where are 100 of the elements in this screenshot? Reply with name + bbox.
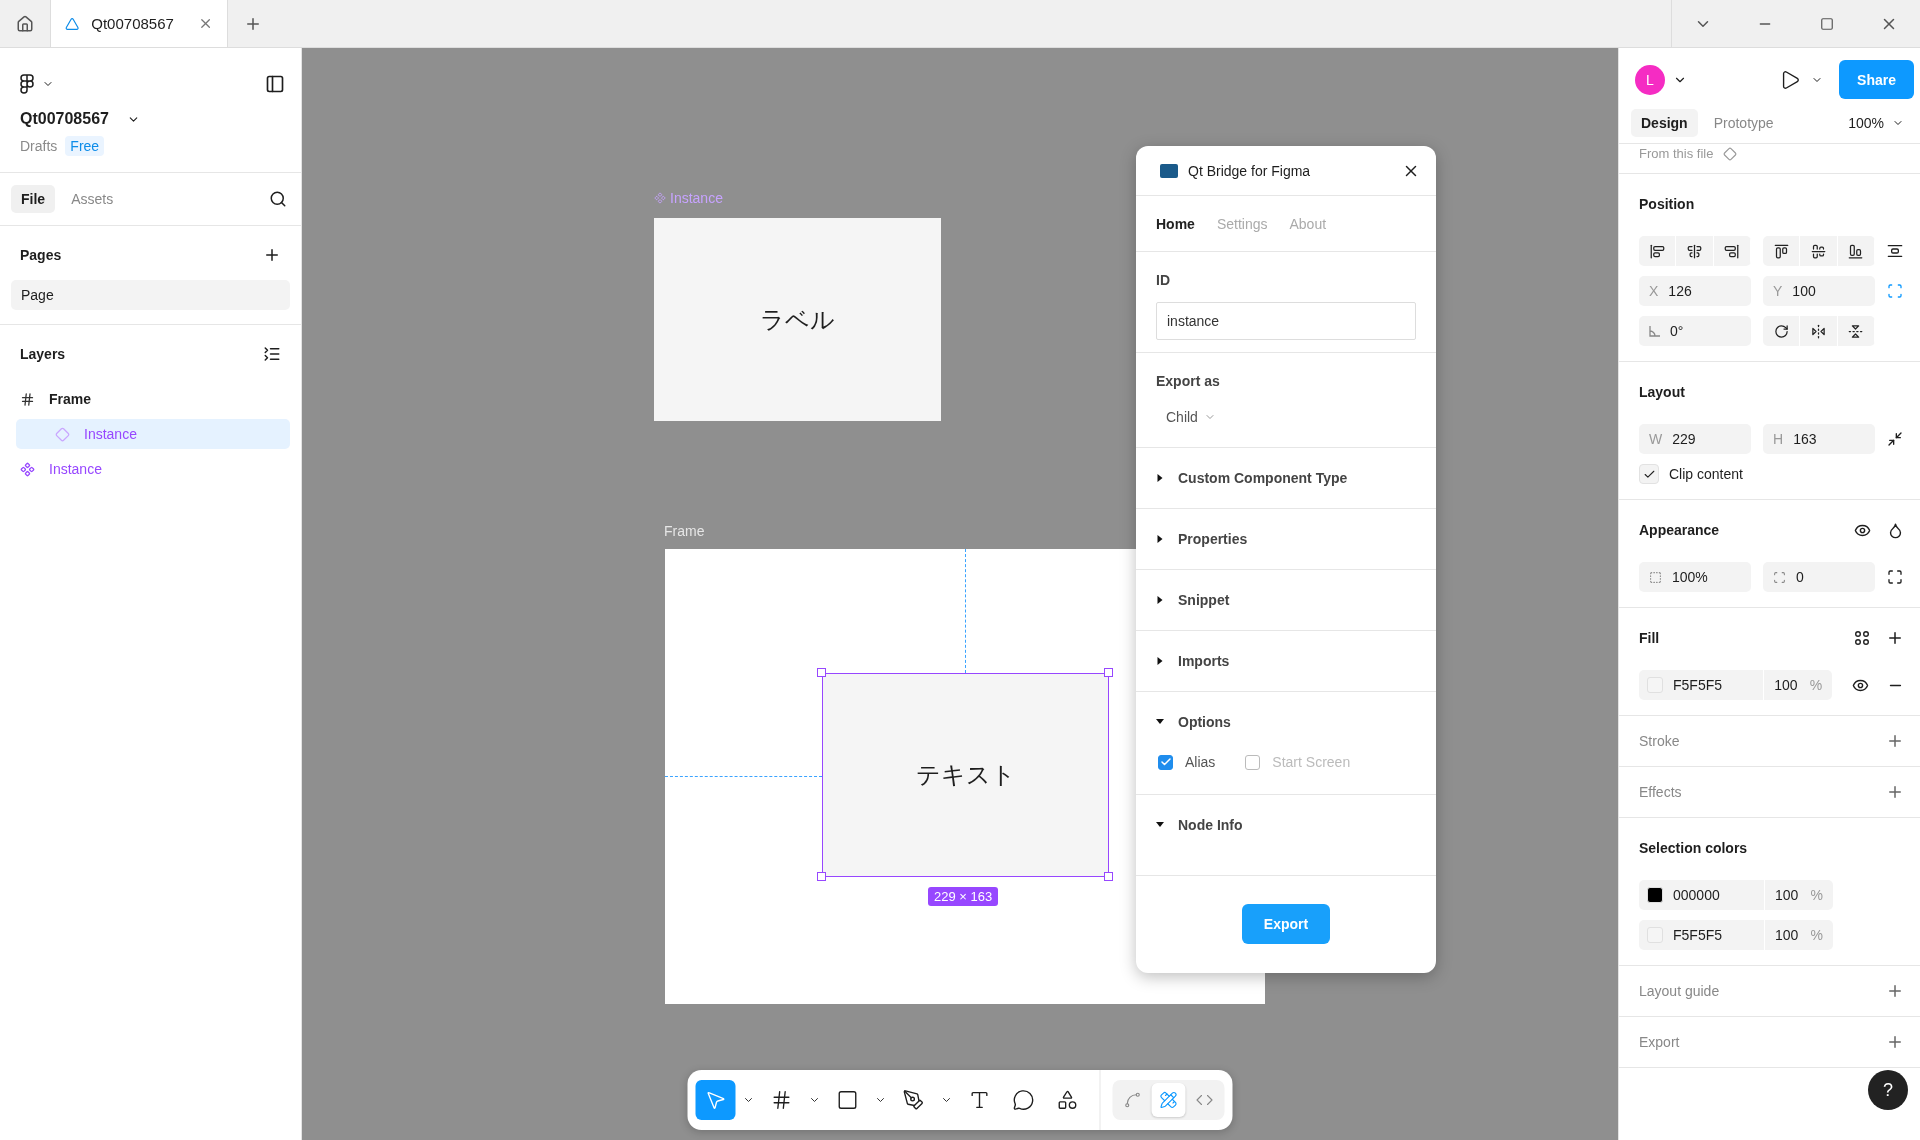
corners-icon[interactable] [1887, 569, 1903, 585]
checkbox-label[interactable]: Clip content [1669, 466, 1743, 482]
add-icon[interactable] [1886, 629, 1904, 647]
width-field[interactable]: W 229 [1639, 424, 1751, 454]
align-top-icon[interactable] [1773, 243, 1789, 259]
add-icon[interactable] [1886, 732, 1904, 750]
align-bottom-icon[interactable] [1848, 243, 1864, 259]
speech-bubble-icon[interactable] [1012, 1089, 1035, 1111]
id-field[interactable]: instance [1156, 302, 1416, 340]
resize-icon[interactable] [1887, 431, 1903, 447]
x-field[interactable]: X 126 [1639, 276, 1751, 306]
color-field[interactable]: 000000 100 % [1639, 880, 1833, 910]
document-tab[interactable]: Qt00708567 [50, 0, 228, 47]
accordion-header[interactable]: Options [1156, 692, 1416, 752]
triangle-down-icon [1156, 718, 1164, 726]
panel-tab[interactable]: Design [1631, 109, 1698, 137]
align-center-icon[interactable] [1687, 243, 1702, 259]
accordion-header[interactable]: Snippet [1156, 570, 1416, 630]
layer-item[interactable]: Frame [11, 384, 290, 414]
align-right-icon[interactable] [1724, 243, 1740, 259]
section-title: Effects [1639, 784, 1682, 800]
checkbox[interactable] [1245, 754, 1261, 770]
help-button[interactable]: ? [1868, 1070, 1908, 1110]
option-label[interactable]: Alias [1185, 754, 1216, 770]
triangle-right-icon [1156, 596, 1164, 604]
plugin-tab[interactable]: Home [1156, 215, 1195, 232]
location-label: Drafts [20, 138, 58, 154]
diamond-icon [55, 426, 70, 442]
pen-icon[interactable] [902, 1089, 925, 1111]
corner-radius-field[interactable]: 0 [1763, 562, 1875, 592]
four-circles-icon[interactable] [1854, 630, 1870, 646]
panel-tab[interactable]: Prototype [1703, 109, 1784, 137]
panel-tab[interactable]: Assets [61, 185, 124, 213]
section-title: Stroke [1639, 733, 1680, 749]
rotation-field[interactable]: 0° [1639, 316, 1751, 346]
y-field[interactable]: Y 100 [1763, 276, 1875, 306]
triangle-right-icon [1156, 535, 1164, 543]
color-field[interactable]: F5F5F5 100 % [1639, 670, 1833, 700]
selected-text-box[interactable]: テキスト [822, 673, 1109, 877]
angle-icon [1649, 325, 1660, 337]
resize-handle[interactable] [817, 872, 826, 881]
section-title: Selection colors [1639, 840, 1748, 856]
triangle-right-icon [1156, 474, 1164, 482]
triangle-down-icon [1156, 821, 1164, 829]
layer-item[interactable]: Instance [11, 454, 290, 484]
triangle-right-icon [1156, 657, 1164, 665]
distribute-icon[interactable] [1887, 243, 1903, 259]
plan-badge: Free [65, 136, 105, 156]
file-name[interactable]: Qt00708567 [20, 110, 109, 128]
page-item[interactable]: Page [11, 280, 290, 310]
collapse-list-icon[interactable] [263, 345, 281, 363]
rotate-icon[interactable] [1773, 323, 1789, 339]
search-icon[interactable] [269, 190, 287, 208]
align-middle-icon[interactable] [1811, 243, 1826, 259]
section-title: Layers [20, 346, 66, 362]
hash-icon [20, 391, 35, 407]
add-icon[interactable] [1886, 783, 1904, 801]
layer-item[interactable]: Instance [16, 419, 290, 449]
section-title: Fill [1639, 630, 1660, 646]
maximize-icon[interactable] [1820, 16, 1834, 31]
text-icon[interactable] [968, 1089, 991, 1111]
opacity-icon [1649, 570, 1662, 584]
component-icon [654, 192, 666, 204]
resize-handle[interactable] [1104, 872, 1113, 881]
height-field[interactable]: H 163 [1763, 424, 1875, 454]
cursor-tool[interactable] [695, 1080, 736, 1120]
add-icon[interactable] [1886, 1033, 1904, 1051]
shapes-icon[interactable] [1056, 1089, 1079, 1111]
figma-logo-icon [20, 74, 34, 94]
add-icon[interactable] [1886, 982, 1904, 1000]
accordion-header[interactable]: Imports [1156, 631, 1416, 691]
section-title: Position [1639, 196, 1695, 212]
section-title: Pages [20, 247, 62, 263]
accordion-header[interactable]: Node Info [1156, 795, 1416, 855]
resize-handle[interactable] [1104, 668, 1113, 677]
frame-label: Frame [664, 523, 705, 539]
instance-box: ラベル [654, 218, 941, 421]
accordion-header[interactable]: Custom Component Type [1156, 448, 1416, 508]
zoom-level[interactable]: 100% [1848, 115, 1884, 131]
flip-horizontal-icon[interactable] [1811, 323, 1826, 339]
section-title: Layout guide [1639, 983, 1720, 999]
panel-tab[interactable]: File [11, 185, 56, 213]
color-field[interactable]: F5F5F5 100 % [1639, 920, 1833, 950]
section-title: Appearance [1639, 522, 1720, 538]
droplet-icon[interactable] [1887, 521, 1904, 539]
add-icon[interactable] [263, 246, 281, 264]
home-icon[interactable] [16, 14, 34, 33]
diamond-icon [1723, 146, 1738, 161]
square-icon[interactable] [836, 1089, 859, 1111]
corner-radius-icon [1773, 570, 1786, 584]
resize-handle[interactable] [817, 668, 826, 677]
size-badge: 229 × 163 [928, 887, 999, 906]
section-title: Layout [1639, 384, 1685, 400]
align-left-icon[interactable] [1649, 243, 1665, 259]
export-as-dropdown[interactable]: Child [1156, 403, 1226, 431]
accordion-header[interactable]: Properties [1156, 509, 1416, 569]
field-label: ID [1156, 272, 1171, 288]
opacity-field[interactable]: 100% [1639, 562, 1751, 592]
sidebar-toggle-icon[interactable] [265, 74, 285, 94]
flip-vertical-icon[interactable] [1848, 323, 1864, 339]
